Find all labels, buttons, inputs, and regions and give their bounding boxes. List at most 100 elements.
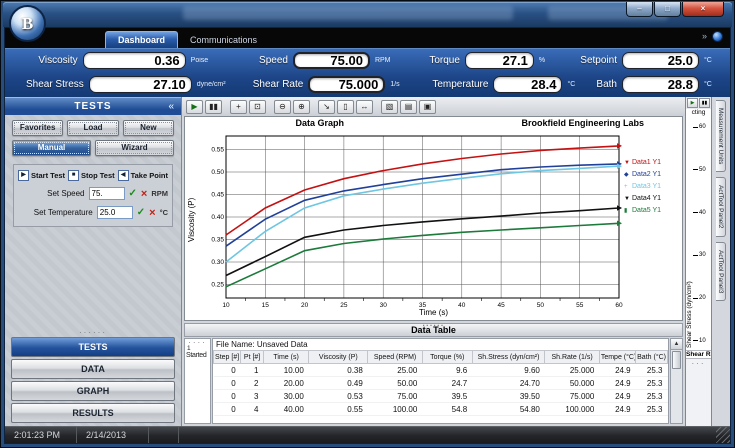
side-tab-acttool-panel3[interactable]: ActTool Panel3 <box>716 242 726 301</box>
take-point-icon: ◀ <box>118 170 129 181</box>
main-tabbar: Dashboard Communications » <box>5 28 730 48</box>
play-button[interactable]: ▶ <box>186 100 203 114</box>
graph-titles: Data Graph Brookfield Engineering Labs <box>187 118 680 131</box>
main-panel: ▶▮▮ +⊡ ⊖⊕ ↘▯↔ ▧▤▣ Data Graph Brookfield Engi… <box>182 97 685 426</box>
shear-rate-label: Shear Rate <box>242 79 304 90</box>
zoom-window-button[interactable]: ⊡ <box>249 100 266 114</box>
mini-axis-tick: 30 <box>693 252 711 258</box>
temperature-label: Temperature <box>421 79 488 90</box>
table-cell: 0.55 <box>309 403 368 416</box>
table-cell: 0.38 <box>309 364 368 377</box>
svg-text:0.35: 0.35 <box>211 237 224 244</box>
test-action-row: ▶Start Test■Stop Test◀Take Point <box>18 170 168 181</box>
data-table-splitter[interactable]: Data Table <box>184 323 683 337</box>
table-cell: 54.80 <box>472 403 545 416</box>
cancel-temperature-icon[interactable]: × <box>149 208 155 218</box>
legend-item[interactable]: ▼Data4 Y1 <box>624 193 680 205</box>
nav-tests-button[interactable]: TESTS <box>11 337 175 357</box>
legend-item[interactable]: ◆Data2 Y1 <box>624 169 680 181</box>
scale-xy-button[interactable]: ↔ <box>356 100 373 114</box>
table-scrollbar[interactable]: ▲ <box>670 338 683 424</box>
temperature-unit-label: °C <box>160 208 168 217</box>
table-cell: 0 <box>214 364 241 377</box>
stop-test-button[interactable]: ■Stop Test <box>68 170 115 181</box>
titlebar-glass-reflection <box>183 6 513 20</box>
chevron-icon[interactable]: » <box>702 32 707 41</box>
side-tab-measurement-units[interactable]: Measurement Units <box>716 100 726 172</box>
legend-item[interactable]: ▼Data1 Y1 <box>624 157 680 169</box>
chart-plot[interactable]: 10152025303540455055600.250.300.350.400.… <box>199 131 624 308</box>
column-header[interactable]: Time (s) <box>263 351 308 364</box>
mini-axis-tick: 20 <box>693 295 711 301</box>
scale-y-button[interactable]: ▯ <box>337 100 354 114</box>
tab-communications[interactable]: Communications <box>178 32 269 48</box>
close-button[interactable]: × <box>682 2 724 17</box>
minimize-button[interactable]: – <box>626 2 653 17</box>
favorites-button[interactable]: Favorites <box>12 120 63 136</box>
tab-dashboard[interactable]: Dashboard <box>105 31 178 48</box>
svg-text:0.40: 0.40 <box>211 214 224 221</box>
column-header[interactable]: Speed (RPM) <box>368 351 422 364</box>
window-titlebar[interactable]: – □ × <box>3 2 732 27</box>
print-button[interactable]: ▤ <box>400 100 417 114</box>
table-row[interactable]: 0440.000.55100.0054.854.80100.00024.925.… <box>214 403 668 416</box>
column-header[interactable]: Viscosity (P) <box>309 351 368 364</box>
maximize-button[interactable]: □ <box>654 2 681 17</box>
start-test-button[interactable]: ▶Start Test <box>18 170 65 181</box>
column-header[interactable]: Torque (%) <box>422 351 472 364</box>
chart-legend: ▼Data1 Y1◆Data2 Y1+Data3 Y1▼Data4 Y1▮Dat… <box>624 131 680 308</box>
take-point-button[interactable]: ◀Take Point <box>118 170 168 181</box>
wizard-mode-button[interactable]: Wizard <box>95 140 174 156</box>
tick-label: 30 <box>699 252 706 258</box>
collapsed-grip[interactable]: ··· <box>686 361 711 367</box>
legend-item[interactable]: ▮Data5 Y1 <box>624 205 680 217</box>
side-tab-acttool-panel2[interactable]: ActTool Panel2 <box>716 177 726 236</box>
save-button[interactable]: ▣ <box>419 100 436 114</box>
table-cell: 4 <box>241 403 264 416</box>
readout-row-1: Viscosity0.36PoiseSpeed75.00RPMTorque27.… <box>15 52 720 69</box>
chart-options-button[interactable]: ▧ <box>381 100 398 114</box>
confirm-temperature-icon[interactable]: ✓ <box>137 207 145 218</box>
confirm-speed-icon[interactable]: ✓ <box>129 188 137 199</box>
table-row[interactable]: 0330.000.5375.0039.539.5075.00024.925.3 <box>214 390 668 403</box>
zoom-in-button[interactable]: ⊕ <box>293 100 310 114</box>
pause-button[interactable]: ▮▮ <box>205 100 222 114</box>
resize-grip-icon[interactable] <box>716 427 730 443</box>
scroll-up-icon[interactable]: ▲ <box>671 339 682 350</box>
new-button[interactable]: New <box>123 120 174 136</box>
column-header[interactable]: Bath (°C) <box>636 351 668 364</box>
load-button[interactable]: Load <box>67 120 118 136</box>
table-row[interactable]: 0220.000.4950.0024.724.7050.00024.925.3 <box>214 377 668 390</box>
collapse-panel-icon[interactable]: « <box>168 101 175 112</box>
table-cell: 24.9 <box>599 390 635 403</box>
nav-data-button[interactable]: DATA <box>11 359 175 379</box>
status-line1: 1 <box>185 345 210 352</box>
shear-stress-unit: dyne/cm² <box>197 81 237 88</box>
nav-graph-button[interactable]: GRAPH <box>11 381 175 401</box>
viscosity-unit: Poise <box>191 57 231 64</box>
column-header[interactable]: Pt [#] <box>241 351 264 364</box>
column-header[interactable]: Step [#] <box>214 351 241 364</box>
pan-button[interactable]: + <box>230 100 247 114</box>
set-speed-input[interactable] <box>89 187 125 200</box>
mini-play-button[interactable]: ▶ <box>687 98 698 108</box>
globe-icon[interactable] <box>712 31 723 42</box>
workspace: TESTS « FavoritesLoadNew ManualWizard ▶S… <box>5 97 730 426</box>
zoom-out-button[interactable]: ⊖ <box>274 100 291 114</box>
stop-test-icon: ■ <box>68 170 79 181</box>
legend-item[interactable]: +Data3 Y1 <box>624 181 680 193</box>
column-header[interactable]: Tempe (°C) <box>599 351 635 364</box>
mini-pause-button[interactable]: ▮▮ <box>699 98 710 108</box>
tick-label: 50 <box>699 167 706 173</box>
manual-mode-button[interactable]: Manual <box>12 140 91 156</box>
cancel-speed-icon[interactable]: × <box>141 189 147 199</box>
column-header[interactable]: Sh.Stress (dyn/cm²) <box>472 351 545 364</box>
nav-results-button[interactable]: RESULTS <box>11 403 175 423</box>
clock-label: 2:01:23 PM <box>5 427 77 443</box>
table-row[interactable]: 0110.000.3825.009.69.6025.00024.925.3 <box>214 364 668 377</box>
scrollbar-thumb[interactable] <box>672 351 681 369</box>
scale-x-button[interactable]: ↘ <box>318 100 335 114</box>
column-header[interactable]: Sh.Rate (1/s) <box>545 351 599 364</box>
set-temperature-input[interactable] <box>97 206 133 219</box>
shear-rate-unit: 1/s <box>390 81 416 88</box>
